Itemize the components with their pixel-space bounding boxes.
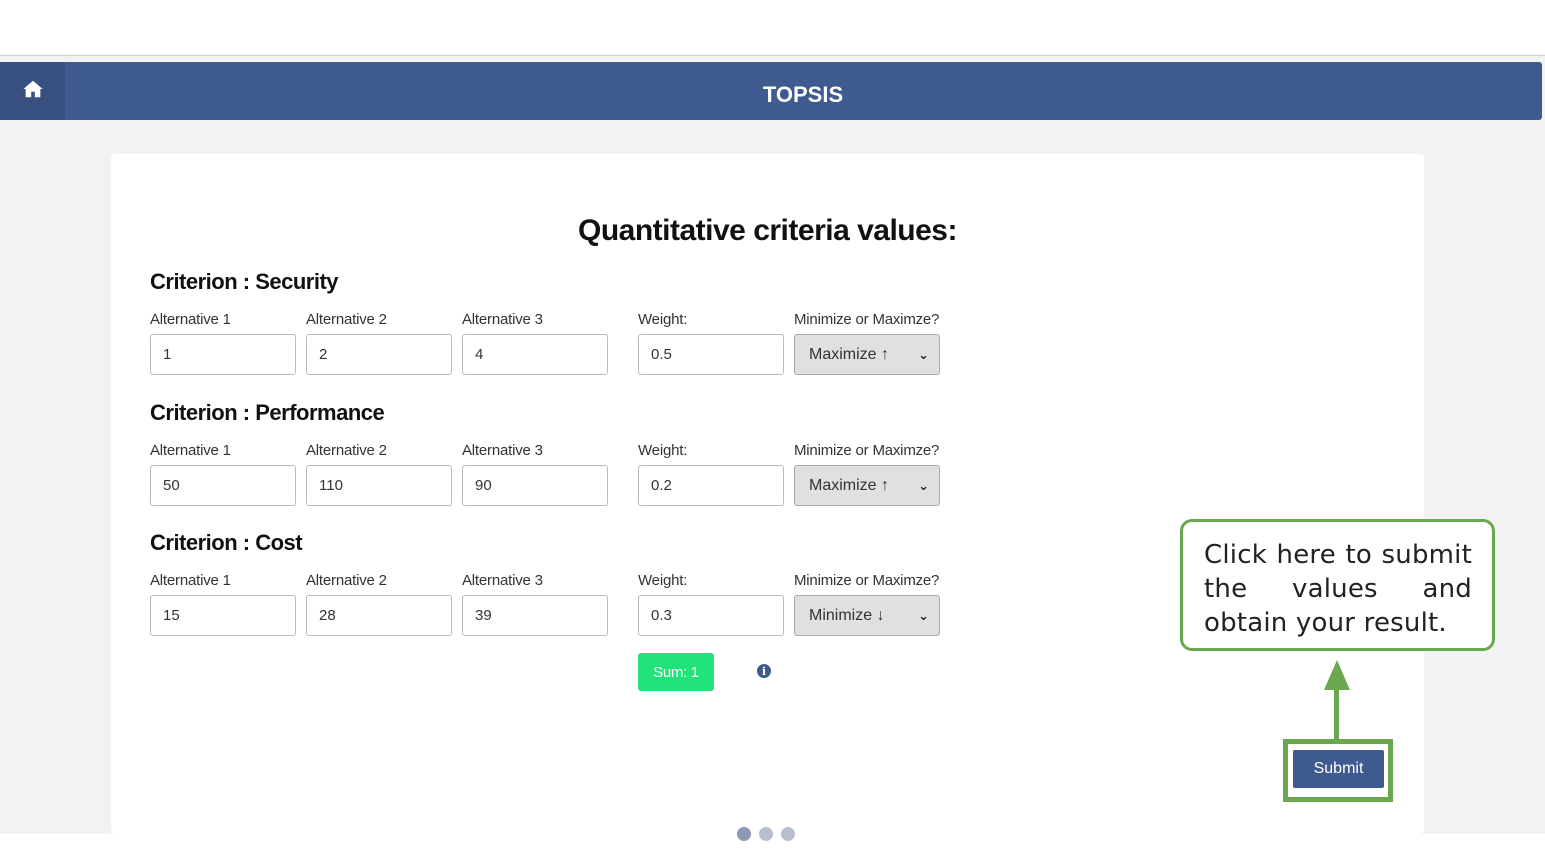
direction-select[interactable]: Minimize ↓ ⌄	[794, 595, 940, 636]
weight-input[interactable]	[638, 595, 784, 636]
weight-sum-badge: Sum: 1	[638, 653, 714, 691]
chevron-down-icon: ⌄	[918, 346, 929, 362]
field-label: Alternative 1	[150, 572, 231, 589]
alternative-1-field: Alternative 1	[150, 442, 296, 506]
submit-button[interactable]: Submit	[1293, 750, 1384, 788]
direction-field: Minimize or Maximze? Maximize ↑ ⌄	[794, 311, 940, 375]
alternative-3-field: Alternative 3	[462, 442, 608, 506]
alternative-2-field: Alternative 2	[306, 442, 452, 506]
criterion-cost: Criterion : Cost Alternative 1 Alternati…	[150, 530, 970, 636]
alternative-2-field: Alternative 2	[306, 572, 452, 636]
alternative-3-field: Alternative 3	[462, 311, 608, 375]
chevron-down-icon: ⌄	[918, 477, 929, 493]
field-label: Weight:	[638, 311, 688, 328]
alternative-3-field: Alternative 3	[462, 572, 608, 636]
navbar: TOPSIS	[0, 62, 1542, 120]
field-label: Minimize or Maximze?	[794, 442, 940, 459]
direction-value: Maximize ↑	[809, 345, 890, 363]
field-label: Alternative 1	[150, 442, 231, 459]
alternative-2-input[interactable]	[306, 334, 452, 375]
criterion-title: Criterion : Performance	[150, 400, 385, 425]
criterion-title: Criterion : Cost	[150, 530, 303, 555]
annotation-arrow-shaft	[1334, 688, 1339, 740]
app-title: TOPSIS	[762, 82, 844, 107]
info-icon[interactable]: i	[757, 664, 771, 678]
alternative-2-field: Alternative 2	[306, 311, 452, 375]
weight-field: Weight:	[638, 311, 784, 375]
field-label: Alternative 3	[462, 572, 543, 589]
direction-field: Minimize or Maximze? Minimize ↓ ⌄	[794, 572, 940, 636]
home-icon	[22, 80, 43, 98]
direction-value: Maximize ↑	[809, 476, 890, 494]
field-label: Weight:	[638, 442, 688, 459]
weight-field: Weight:	[638, 442, 784, 506]
criterion-security: Criterion : Security Alternative 1 Alter…	[150, 269, 970, 375]
annotation-arrow-head	[1324, 660, 1350, 690]
direction-field: Minimize or Maximze? Maximize ↑ ⌄	[794, 442, 940, 506]
criterion-performance: Criterion : Performance Alternative 1 Al…	[150, 400, 970, 506]
alternative-2-input[interactable]	[306, 465, 452, 506]
weight-field: Weight:	[638, 572, 784, 636]
submit-highlight-frame: Submit	[1283, 739, 1393, 802]
direction-value: Minimize ↓	[809, 606, 885, 624]
alternative-1-input[interactable]	[150, 595, 296, 636]
direction-select[interactable]: Maximize ↑ ⌄	[794, 465, 940, 506]
alternative-1-field: Alternative 1	[150, 311, 296, 375]
field-label: Minimize or Maximze?	[794, 572, 940, 589]
pagination-dot[interactable]	[737, 827, 751, 841]
pagination-dots	[737, 827, 795, 841]
field-label: Alternative 3	[462, 311, 543, 328]
criterion-title: Criterion : Security	[150, 269, 339, 294]
alternative-1-input[interactable]	[150, 465, 296, 506]
annotation-callout: Click here to submit the values and obta…	[1180, 519, 1495, 651]
field-label: Minimize or Maximze?	[794, 311, 940, 328]
alternative-1-field: Alternative 1	[150, 572, 296, 636]
pagination-dot[interactable]	[781, 827, 795, 841]
pagination-dot[interactable]	[759, 827, 773, 841]
chevron-down-icon: ⌄	[918, 607, 929, 623]
alternative-1-input[interactable]	[150, 334, 296, 375]
field-label: Alternative 3	[462, 442, 543, 459]
field-label: Alternative 2	[306, 311, 387, 328]
home-button[interactable]	[0, 62, 65, 120]
alternative-3-input[interactable]	[462, 334, 608, 375]
form-card: Quantitative criteria values: Criterion …	[111, 154, 1424, 834]
alternative-2-input[interactable]	[306, 595, 452, 636]
field-label: Weight:	[638, 572, 688, 589]
weight-input[interactable]	[638, 465, 784, 506]
alternative-3-input[interactable]	[462, 595, 608, 636]
direction-select[interactable]: Maximize ↑ ⌄	[794, 334, 940, 375]
field-label: Alternative 2	[306, 572, 387, 589]
weight-input[interactable]	[638, 334, 784, 375]
field-label: Alternative 2	[306, 442, 387, 459]
page-title: Quantitative criteria values:	[578, 214, 958, 247]
alternative-3-input[interactable]	[462, 465, 608, 506]
field-label: Alternative 1	[150, 311, 231, 328]
